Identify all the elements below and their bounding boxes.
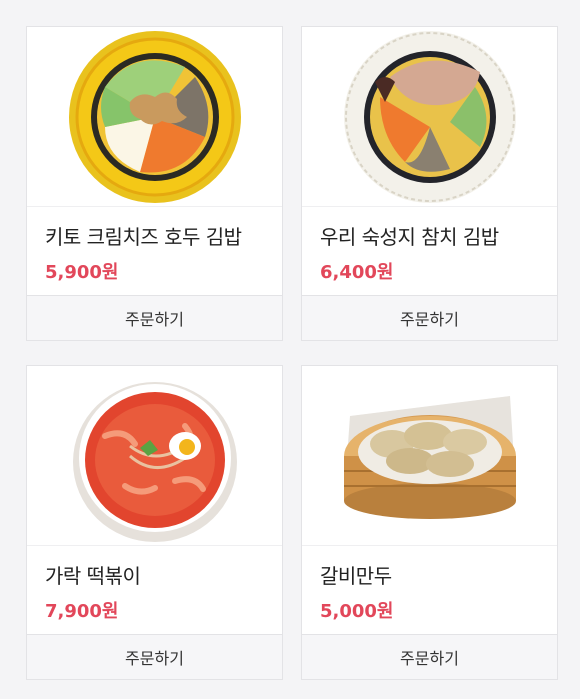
product-card[interactable]: 갈비만두 5,000원 주문하기 (301, 365, 558, 680)
product-price: 5,900원 (45, 262, 119, 283)
product-name: 키토 크림치즈 호두 김밥 (45, 225, 242, 249)
product-card[interactable]: 키토 크림치즈 호두 김밥 5,900원 주문하기 (26, 26, 283, 341)
product-name: 갈비만두 (320, 564, 392, 588)
product-name: 가락 떡볶이 (45, 564, 141, 588)
product-price: 5,000원 (320, 601, 394, 622)
order-button[interactable]: 주문하기 (302, 295, 557, 340)
kimbap-tuna-image[interactable] (302, 27, 557, 207)
dumpling-image[interactable] (302, 366, 557, 546)
product-card[interactable]: 우리 숙성지 참치 김밥 6,400원 주문하기 (301, 26, 558, 341)
order-button[interactable]: 주문하기 (27, 634, 282, 679)
product-card[interactable]: 가락 떡볶이 7,900원 주문하기 (26, 365, 283, 680)
kimbap-walnut-image[interactable] (27, 27, 282, 207)
order-button[interactable]: 주문하기 (302, 634, 557, 679)
product-price: 7,900원 (45, 601, 119, 622)
product-grid: 키토 크림치즈 호두 김밥 5,900원 주문하기 우리 숙성지 참치 김밥 6… (0, 0, 580, 699)
product-price: 6,400원 (320, 262, 394, 283)
order-button[interactable]: 주문하기 (27, 295, 282, 340)
product-name: 우리 숙성지 참치 김밥 (320, 225, 499, 249)
tteokbokki-image[interactable] (27, 366, 282, 546)
